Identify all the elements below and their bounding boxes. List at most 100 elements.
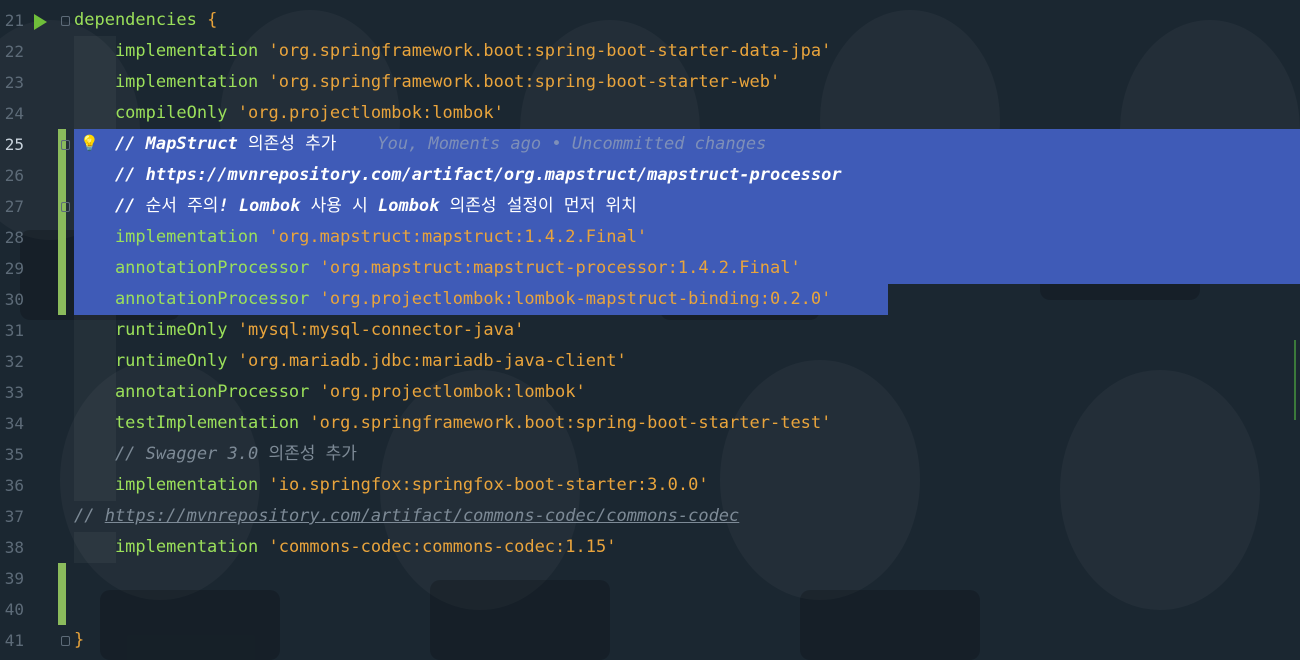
code-token: annotationProcessor bbox=[74, 382, 320, 402]
code-token: 'org.projectlombok:lombok' bbox=[237, 103, 504, 123]
fold-icon[interactable] bbox=[61, 140, 70, 150]
vcs-change-marker[interactable] bbox=[58, 160, 66, 191]
line-number[interactable]: 38 bbox=[0, 532, 24, 563]
line-number[interactable]: 34 bbox=[0, 408, 24, 439]
line-number[interactable]: 22 bbox=[0, 36, 24, 67]
code-text[interactable]: testImplementation 'org.springframework.… bbox=[74, 408, 831, 439]
line-number[interactable]: 30 bbox=[0, 284, 24, 315]
line-number[interactable]: 36 bbox=[0, 470, 24, 501]
code-token: implementation bbox=[74, 72, 269, 92]
code-token: implementation bbox=[74, 41, 269, 61]
code-token: runtimeOnly bbox=[74, 351, 238, 371]
line-number[interactable]: 23 bbox=[0, 67, 24, 98]
code-text[interactable]: implementation 'org.mapstruct:mapstruct:… bbox=[74, 222, 647, 253]
code-line[interactable]: 30 annotationProcessor 'org.projectlombo… bbox=[0, 284, 1300, 315]
code-line[interactable]: 41} bbox=[0, 625, 1300, 656]
code-text[interactable]: // 순서 주의! Lombok 사용 시 Lombok 의존성 설정이 먼저 … bbox=[74, 191, 637, 222]
line-number[interactable]: 21 bbox=[0, 5, 24, 36]
code-text[interactable]: compileOnly 'org.projectlombok:lombok' bbox=[74, 98, 504, 129]
code-line[interactable]: 38 implementation 'commons-codec:commons… bbox=[0, 532, 1300, 563]
code-line[interactable]: 27 // 순서 주의! Lombok 사용 시 Lombok 의존성 설정이 … bbox=[0, 191, 1300, 222]
code-token: // MapStruct bbox=[74, 134, 248, 154]
code-text[interactable]: // MapStruct 의존성 추가 You, Moments ago • U… bbox=[74, 129, 766, 160]
code-text[interactable]: runtimeOnly 'mysql:mysql-connector-java' bbox=[74, 315, 524, 346]
code-line[interactable]: 23 implementation 'org.springframework.b… bbox=[0, 67, 1300, 98]
code-line[interactable]: 22 implementation 'org.springframework.b… bbox=[0, 36, 1300, 67]
code-token: implementation bbox=[74, 475, 269, 495]
code-token: 의존성 추가 bbox=[268, 444, 357, 464]
vcs-change-marker[interactable] bbox=[58, 284, 66, 315]
code-text[interactable]: // https://mvnrepository.com/artifact/or… bbox=[74, 160, 842, 191]
code-token: 'org.projectlombok:lombok-mapstruct-bind… bbox=[319, 289, 832, 309]
code-token: compileOnly bbox=[74, 103, 238, 123]
code-text[interactable]: annotationProcessor 'org.projectlombok:l… bbox=[74, 377, 586, 408]
code-text[interactable]: implementation 'org.springframework.boot… bbox=[74, 67, 780, 98]
code-text[interactable]: // https://mvnrepository.com/artifact/co… bbox=[74, 501, 739, 532]
code-line[interactable]: 40 bbox=[0, 594, 1300, 625]
code-token: 'org.projectlombok:lombok' bbox=[319, 382, 586, 402]
code-line[interactable]: 29 annotationProcessor 'org.mapstruct:ma… bbox=[0, 253, 1300, 284]
code-editor[interactable]: 21 dependencies {22 implementation 'org.s… bbox=[0, 0, 1300, 656]
line-number[interactable]: 41 bbox=[0, 625, 24, 656]
code-line[interactable]: 36 implementation 'io.springfox:springfo… bbox=[0, 470, 1300, 501]
code-line[interactable]: 26 // https://mvnrepository.com/artifact… bbox=[0, 160, 1300, 191]
line-number[interactable]: 33 bbox=[0, 377, 24, 408]
vcs-change-marker[interactable] bbox=[58, 594, 66, 625]
code-line[interactable]: 33 annotationProcessor 'org.projectlombo… bbox=[0, 377, 1300, 408]
line-number[interactable]: 40 bbox=[0, 594, 24, 625]
code-token: 'commons-codec:commons-codec:1.15' bbox=[268, 537, 617, 557]
code-token: 'org.mapstruct:mapstruct-processor:1.4.2… bbox=[319, 258, 801, 278]
code-token: 'mysql:mysql-connector-java' bbox=[237, 320, 525, 340]
code-token: 'io.springfox:springfox-boot-starter:3.0… bbox=[268, 475, 709, 495]
line-number[interactable]: 28 bbox=[0, 222, 24, 253]
line-number[interactable]: 26 bbox=[0, 160, 24, 191]
code-token: Lombok bbox=[367, 196, 450, 216]
code-line[interactable]: 34 testImplementation 'org.springframewo… bbox=[0, 408, 1300, 439]
code-text[interactable]: } bbox=[74, 625, 84, 656]
code-token: 의존성 설정이 먼저 위치 bbox=[449, 196, 637, 216]
code-line[interactable]: 32 runtimeOnly 'org.mariadb.jdbc:mariadb… bbox=[0, 346, 1300, 377]
scrollbar-marker[interactable] bbox=[1294, 340, 1296, 420]
line-number[interactable]: 24 bbox=[0, 98, 24, 129]
line-number[interactable]: 25 bbox=[0, 129, 24, 160]
line-number[interactable]: 39 bbox=[0, 563, 24, 594]
code-line[interactable]: 24 compileOnly 'org.projectlombok:lombok… bbox=[0, 98, 1300, 129]
code-line[interactable]: 35 // Swagger 3.0 의존성 추가 bbox=[0, 439, 1300, 470]
code-line[interactable]: 31 runtimeOnly 'mysql:mysql-connector-ja… bbox=[0, 315, 1300, 346]
code-text[interactable]: annotationProcessor 'org.mapstruct:mapst… bbox=[74, 253, 801, 284]
code-line[interactable]: 37 // https://mvnrepository.com/artifact/… bbox=[0, 501, 1300, 532]
code-token: ! Lombok bbox=[218, 196, 311, 216]
code-token: annotationProcessor bbox=[74, 258, 320, 278]
code-line[interactable]: 28 implementation 'org.mapstruct:mapstru… bbox=[0, 222, 1300, 253]
vcs-change-marker[interactable] bbox=[58, 253, 66, 284]
code-text[interactable]: // Swagger 3.0 의존성 추가 bbox=[74, 439, 357, 470]
line-number[interactable]: 35 bbox=[0, 439, 24, 470]
line-number[interactable]: 32 bbox=[0, 346, 24, 377]
code-line[interactable]: 25 💡 // MapStruct 의존성 추가 You, Moments ago… bbox=[0, 129, 1300, 160]
code-text[interactable]: runtimeOnly 'org.mariadb.jdbc:mariadb-ja… bbox=[74, 346, 627, 377]
code-text[interactable]: dependencies { bbox=[74, 5, 217, 36]
code-text[interactable]: annotationProcessor 'org.projectlombok:l… bbox=[74, 284, 831, 315]
code-text[interactable]: implementation 'commons-codec:commons-co… bbox=[74, 532, 617, 563]
line-number[interactable]: 27 bbox=[0, 191, 24, 222]
code-text[interactable]: implementation 'io.springfox:springfox-b… bbox=[74, 470, 709, 501]
line-number[interactable]: 37 bbox=[0, 501, 24, 532]
vcs-change-marker[interactable] bbox=[58, 222, 66, 253]
code-token: 'org.mapstruct:mapstruct:1.4.2.Final' bbox=[268, 227, 648, 247]
code-token: https://mvnrepository.com/artifact/commo… bbox=[104, 506, 740, 526]
code-line[interactable]: 21 dependencies { bbox=[0, 5, 1300, 36]
fold-icon[interactable] bbox=[61, 16, 70, 26]
code-token: annotationProcessor bbox=[74, 289, 320, 309]
fold-icon[interactable] bbox=[61, 202, 70, 212]
run-gutter-icon[interactable] bbox=[34, 14, 47, 30]
vcs-change-marker[interactable] bbox=[58, 563, 66, 594]
code-token: } bbox=[74, 630, 85, 650]
code-text[interactable]: implementation 'org.springframework.boot… bbox=[74, 36, 831, 67]
line-number[interactable]: 29 bbox=[0, 253, 24, 284]
code-line[interactable]: 39 bbox=[0, 563, 1300, 594]
line-number[interactable]: 31 bbox=[0, 315, 24, 346]
fold-icon[interactable] bbox=[61, 636, 70, 646]
code-token: // bbox=[74, 506, 105, 526]
code-token: 순서 주의 bbox=[145, 196, 219, 216]
